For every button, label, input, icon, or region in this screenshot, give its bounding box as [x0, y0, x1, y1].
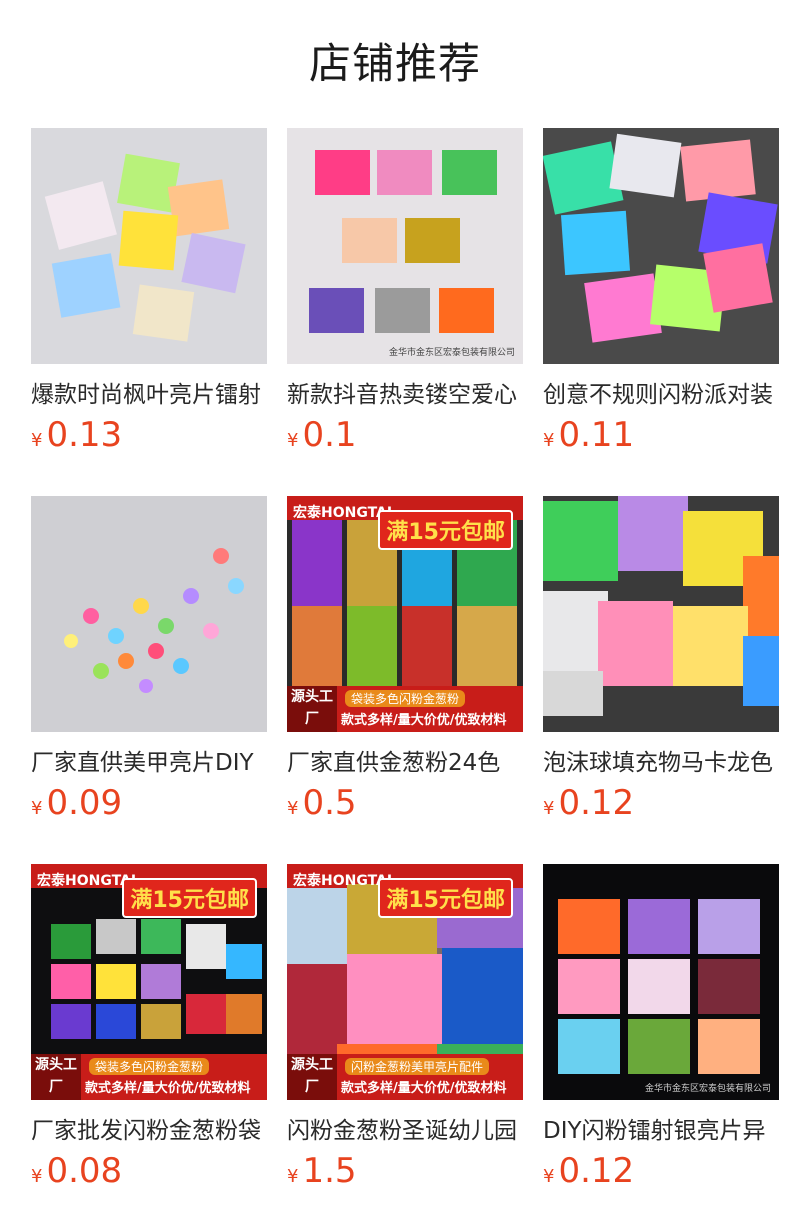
product-name[interactable]: 爆款时尚枫叶亮片镭射	[31, 378, 267, 412]
currency-symbol: ¥	[31, 798, 43, 819]
currency-symbol: ¥	[543, 1166, 555, 1187]
product-image[interactable]: 金华市金东区宏泰包装有限公司	[287, 128, 523, 364]
promo-line-1: 闪粉金葱粉美甲亮片配件	[345, 1058, 490, 1075]
product-price: ¥0.12	[543, 1149, 634, 1193]
promo-line-2: 款式多样/量大价优/优致材料	[341, 713, 507, 728]
product-image[interactable]	[543, 128, 779, 364]
product-card[interactable]: 金华市金东区宏泰包装有限公司 新款抖音热卖镂空爱心 ¥0.1	[287, 128, 523, 468]
product-card[interactable]: 创意不规则闪粉派对装 ¥0.11	[543, 128, 779, 468]
free-shipping-badge: 满15元包邮	[122, 878, 257, 918]
product-name[interactable]: 厂家直供金葱粉24色	[287, 746, 523, 780]
currency-symbol: ¥	[31, 430, 43, 451]
promo-strip: 源头工厂 闪粉金葱粉美甲亮片配件 款式多样/量大价优/优致材料	[287, 1054, 523, 1100]
promo-line-1: 袋装多色闪粉金葱粉	[89, 1058, 210, 1075]
free-shipping-badge: 满15元包邮	[378, 510, 513, 550]
source-factory-label: 源头工厂	[287, 1054, 337, 1100]
currency-symbol: ¥	[287, 430, 299, 451]
currency-symbol: ¥	[543, 798, 555, 819]
product-image[interactable]: 宏泰HONGTAI 满15元包邮 源头工厂 袋装多色闪粉金葱粉 款式多样/量大价…	[31, 864, 267, 1100]
price-value: 0.12	[558, 783, 635, 823]
product-image[interactable]: 金华市金东区宏泰包装有限公司	[543, 864, 779, 1100]
product-price: ¥0.5	[287, 781, 357, 825]
product-price: ¥0.08	[31, 1149, 122, 1193]
image-watermark: 金华市金东区宏泰包装有限公司	[388, 348, 515, 358]
promo-strip: 源头工厂 袋装多色闪粉金葱粉 款式多样/量大价优/优致材料	[287, 686, 523, 732]
brand-label: 宏泰HONGTAI	[37, 873, 137, 889]
product-card[interactable]: 宏泰HONGTAI 满15元包邮 源头工厂 袋装多色闪粉金葱粉 款式多样/量大价…	[31, 864, 267, 1204]
price-value: 0.09	[46, 783, 123, 823]
product-card[interactable]: 厂家直供美甲亮片DIY ¥0.09	[31, 496, 267, 836]
promo-line-1: 袋装多色闪粉金葱粉	[345, 690, 466, 707]
product-name[interactable]: 厂家批发闪粉金葱粉袋	[31, 1114, 267, 1148]
price-value: 0.1	[302, 415, 357, 455]
product-image[interactable]	[31, 496, 267, 732]
promo-line-2: 款式多样/量大价优/优致材料	[85, 1081, 251, 1096]
product-image[interactable]	[543, 496, 779, 732]
product-name[interactable]: 厂家直供美甲亮片DIY	[31, 746, 267, 780]
product-image[interactable]: 宏泰HONGTAI 满15元包邮 源头工厂 闪粉金葱粉美甲亮片配件 款式多样/量…	[287, 864, 523, 1100]
product-card[interactable]: 宏泰HONGTAI 满15元包邮 源头工厂 闪粉金葱粉美甲亮片配件 款式多样/量…	[287, 864, 523, 1204]
price-value: 0.13	[46, 415, 123, 455]
product-price: ¥0.12	[543, 781, 634, 825]
brand-label: 宏泰HONGTAI	[293, 873, 393, 889]
source-factory-label: 源头工厂	[287, 686, 337, 732]
price-value: 0.12	[558, 1151, 635, 1191]
product-price: ¥0.11	[543, 413, 634, 457]
product-name[interactable]: 新款抖音热卖镂空爱心	[287, 378, 523, 412]
product-price: ¥0.13	[31, 413, 122, 457]
product-image[interactable]	[31, 128, 267, 364]
product-price: ¥0.1	[287, 413, 357, 457]
currency-symbol: ¥	[31, 1166, 43, 1187]
product-card[interactable]: 金华市金东区宏泰包装有限公司 DIY闪粉镭射银亮片异 ¥0.12	[543, 864, 779, 1204]
source-factory-label: 源头工厂	[31, 1054, 81, 1100]
currency-symbol: ¥	[543, 430, 555, 451]
product-price: ¥0.09	[31, 781, 122, 825]
promo-strip: 源头工厂 袋装多色闪粉金葱粉 款式多样/量大价优/优致材料	[31, 1054, 267, 1100]
product-name[interactable]: 闪粉金葱粉圣诞幼儿园	[287, 1114, 523, 1148]
price-value: 1.5	[302, 1151, 357, 1191]
promo-line-2: 款式多样/量大价优/优致材料	[341, 1081, 507, 1096]
product-card[interactable]: 宏泰HONGTAI 满15元包邮 源头工厂 袋装多色闪粉金葱粉 款式多样/量大价…	[287, 496, 523, 836]
price-value: 0.08	[46, 1151, 123, 1191]
product-name[interactable]: 泡沫球填充物马卡龙色	[543, 746, 779, 780]
product-name[interactable]: 创意不规则闪粉派对装	[543, 378, 779, 412]
price-value: 0.5	[302, 783, 357, 823]
page-title: 店铺推荐	[308, 39, 481, 88]
product-image[interactable]: 宏泰HONGTAI 满15元包邮 源头工厂 袋装多色闪粉金葱粉 款式多样/量大价…	[287, 496, 523, 732]
price-value: 0.11	[558, 415, 635, 455]
free-shipping-badge: 满15元包邮	[378, 878, 513, 918]
currency-symbol: ¥	[287, 1166, 299, 1187]
product-card[interactable]: 爆款时尚枫叶亮片镭射 ¥0.13	[31, 128, 267, 468]
product-card[interactable]: 泡沫球填充物马卡龙色 ¥0.12	[543, 496, 779, 836]
brand-label: 宏泰HONGTAI	[293, 505, 393, 521]
currency-symbol: ¥	[287, 798, 299, 819]
product-price: ¥1.5	[287, 1149, 357, 1193]
product-name[interactable]: DIY闪粉镭射银亮片异	[543, 1114, 779, 1148]
image-watermark: 金华市金东区宏泰包装有限公司	[644, 1084, 771, 1094]
